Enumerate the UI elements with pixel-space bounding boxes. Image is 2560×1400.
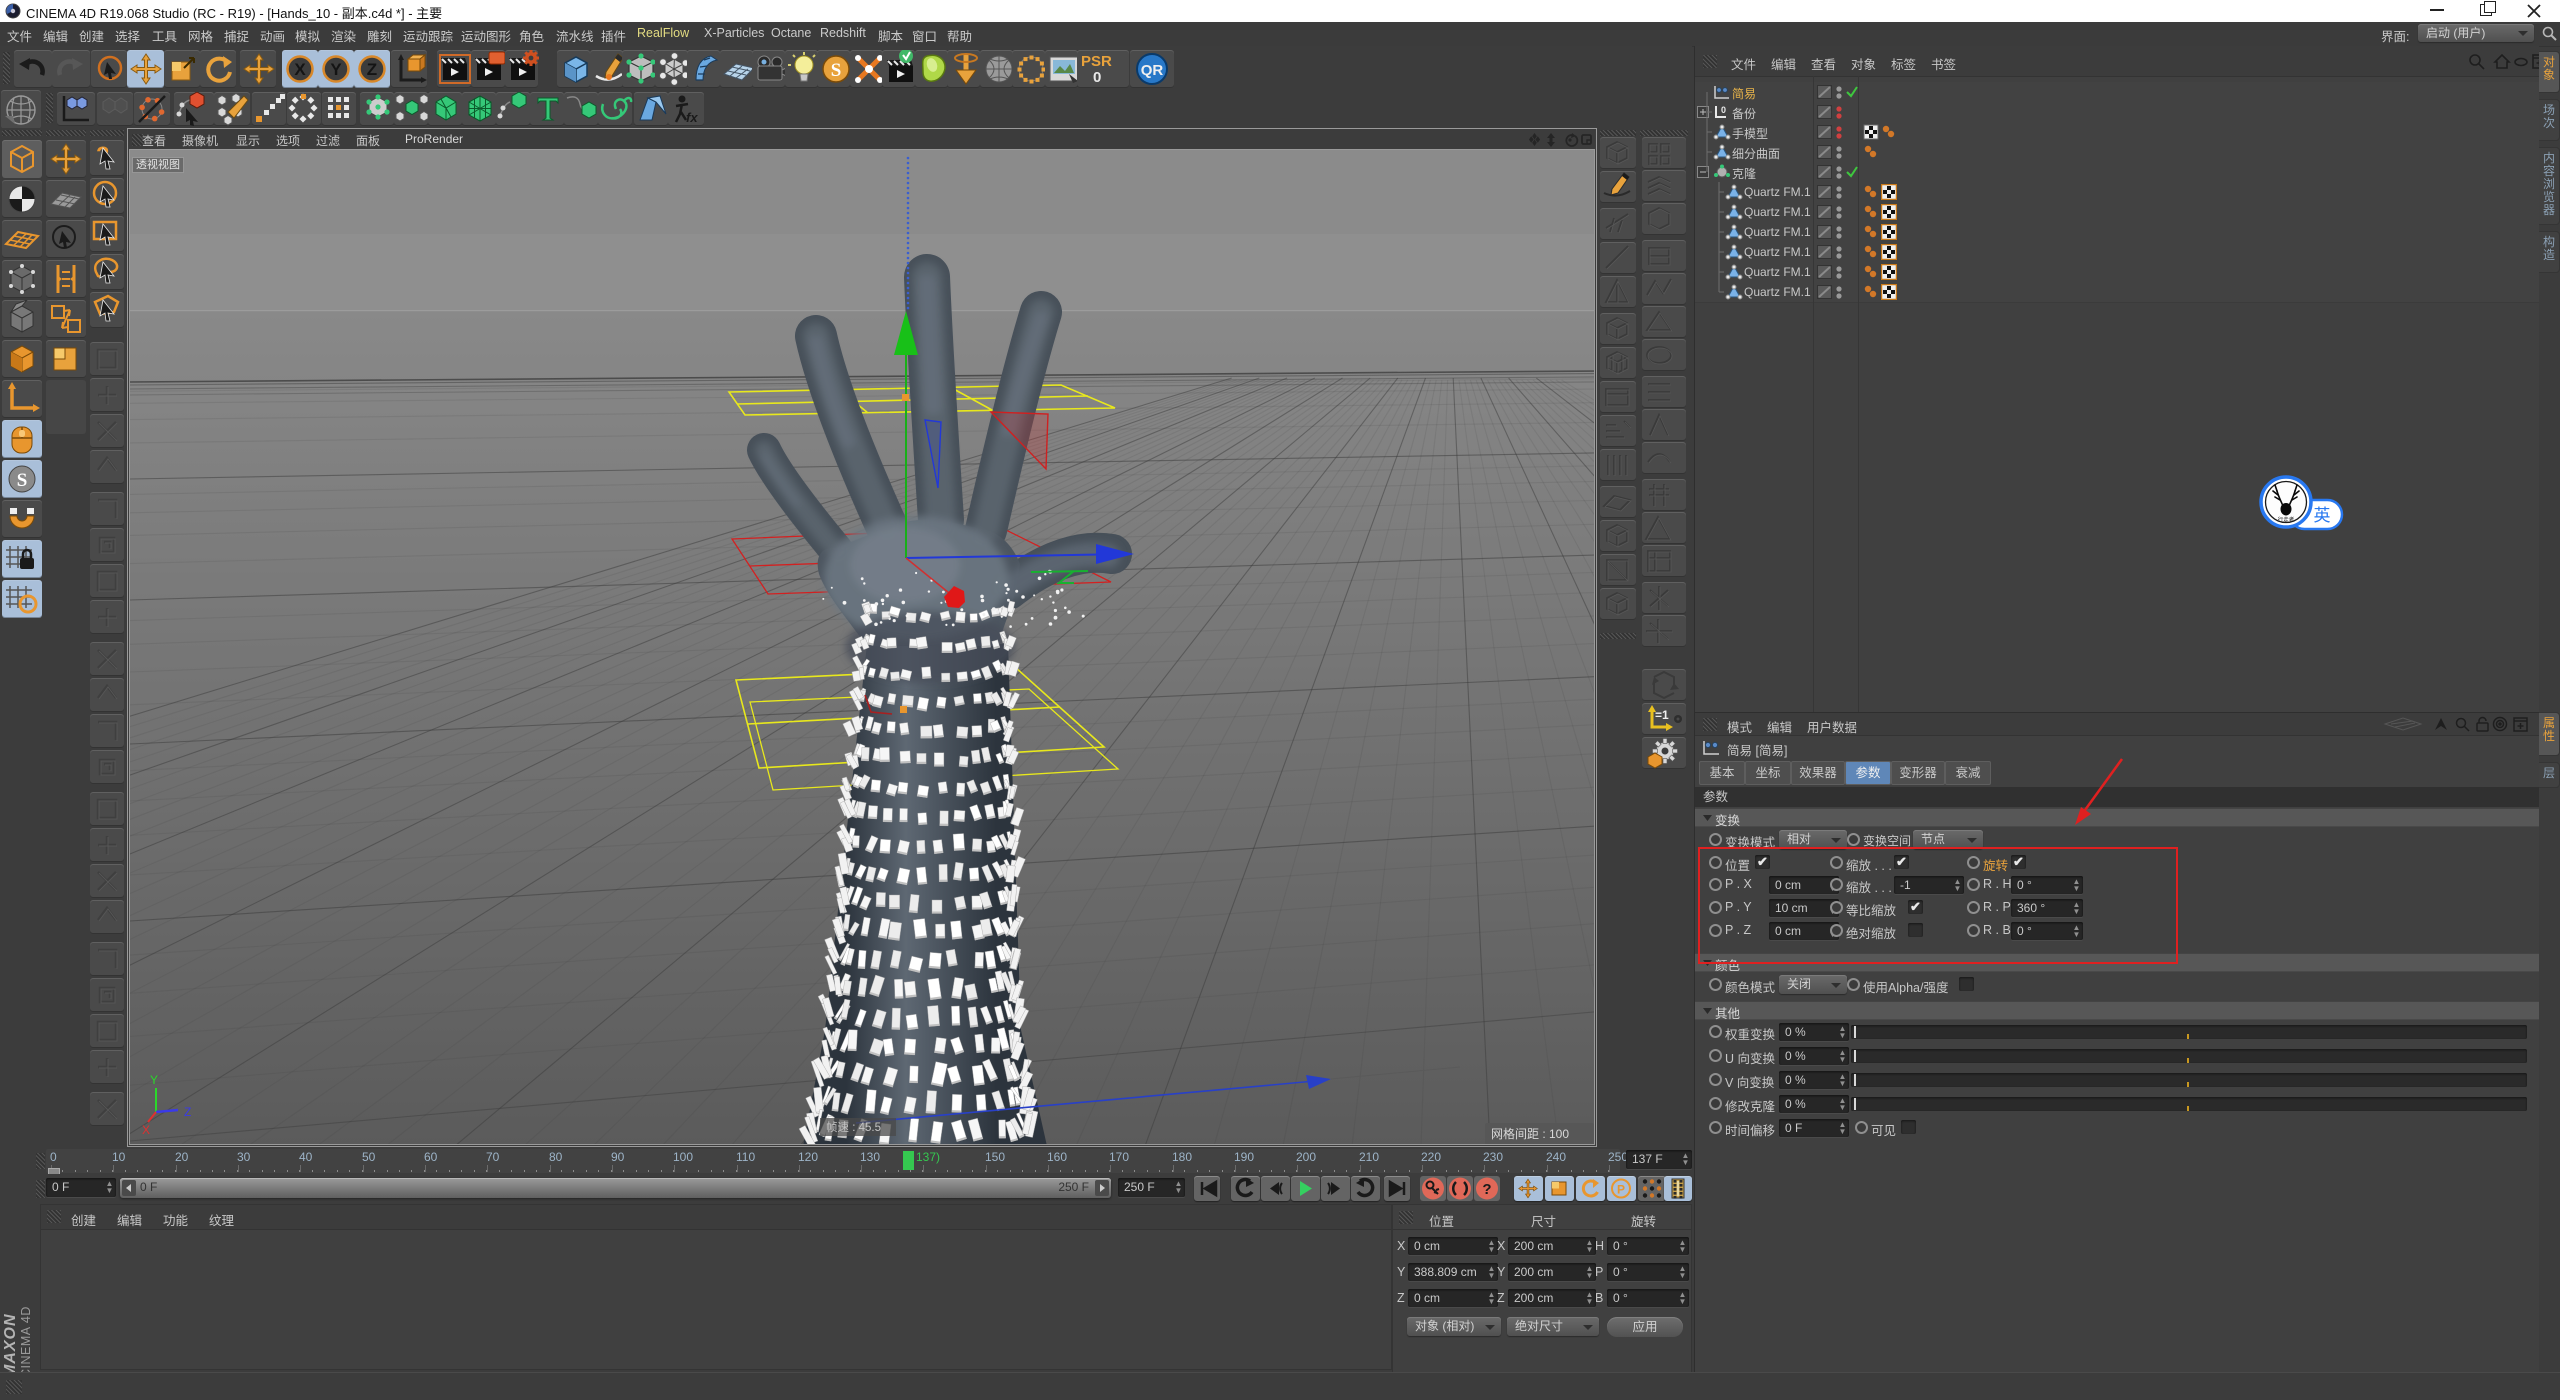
svg-text:Y: Y bbox=[330, 60, 342, 79]
svg-text:帧速 : 45.5: 帧速 : 45.5 bbox=[826, 1120, 881, 1134]
svg-text:QR: QR bbox=[1141, 62, 1164, 79]
svg-text:P: P bbox=[1617, 1183, 1625, 1197]
svg-text:?: ? bbox=[1482, 1181, 1491, 1198]
svg-text:X: X bbox=[142, 1123, 150, 1137]
svg-text:Z: Z bbox=[367, 60, 377, 79]
svg-text:=1: =1 bbox=[1655, 708, 1669, 722]
svg-text:英: 英 bbox=[2314, 506, 2331, 525]
svg-text:fx: fx bbox=[686, 110, 698, 125]
svg-text:行走者: 行走者 bbox=[2278, 516, 2295, 524]
svg-text:Z: Z bbox=[184, 1105, 191, 1119]
svg-text:X: X bbox=[294, 60, 306, 79]
svg-text:S: S bbox=[831, 60, 842, 81]
svg-text:S: S bbox=[17, 470, 28, 491]
svg-text:0: 0 bbox=[1093, 69, 1101, 86]
svg-text:PSR: PSR bbox=[1081, 53, 1112, 70]
svg-text:Y: Y bbox=[150, 1073, 158, 1087]
